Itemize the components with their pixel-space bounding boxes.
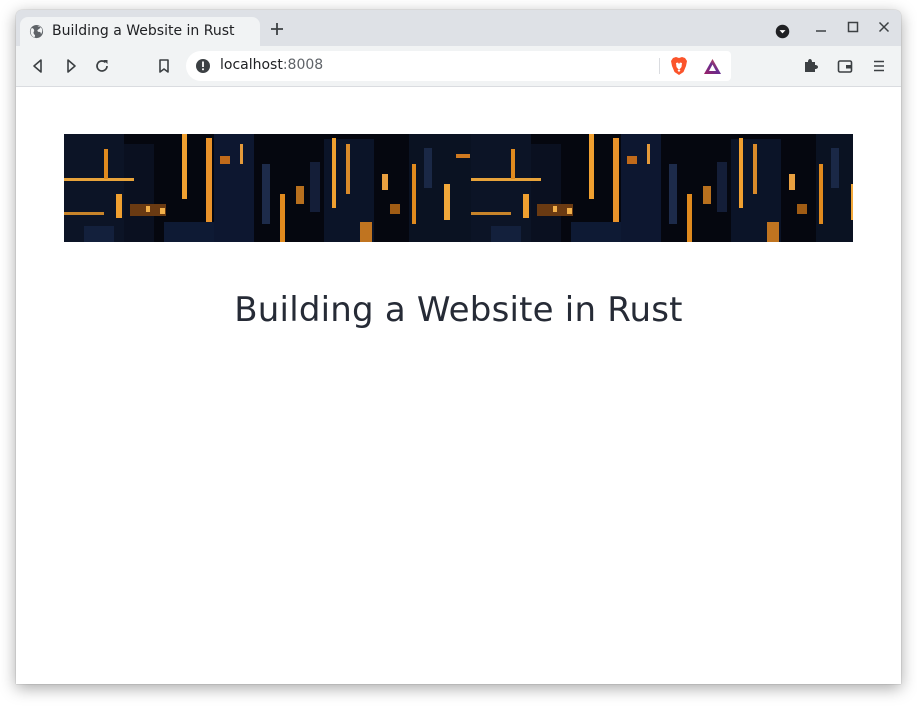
url-host: localhost bbox=[220, 57, 283, 73]
page-content: Building a Website in Rust bbox=[16, 87, 901, 684]
omnibox-divider bbox=[659, 58, 660, 74]
hamburger-menu-icon[interactable] bbox=[870, 57, 888, 75]
city-night-banner-image bbox=[64, 134, 853, 242]
city-night-banner bbox=[64, 134, 853, 242]
browser-window: Building a Website in Rust localhost:800… bbox=[16, 10, 901, 684]
globe-icon bbox=[29, 24, 44, 39]
url-text: localhost:8008 bbox=[220, 57, 323, 73]
puzzle-icon[interactable] bbox=[802, 57, 820, 75]
address-bar[interactable]: localhost:8008 bbox=[186, 51, 731, 81]
reload-icon[interactable] bbox=[93, 57, 111, 75]
close-icon[interactable] bbox=[878, 21, 890, 33]
wallet-icon[interactable] bbox=[836, 57, 854, 75]
minimize-icon[interactable] bbox=[815, 23, 827, 35]
chevron-down-circle-icon[interactable] bbox=[775, 24, 790, 39]
page-title: Building a Website in Rust bbox=[234, 290, 683, 330]
tab-strip: Building a Website in Rust bbox=[16, 10, 901, 46]
brave-rewards-icon[interactable] bbox=[703, 58, 722, 75]
tab-title: Building a Website in Rust bbox=[52, 23, 235, 39]
info-icon[interactable] bbox=[195, 58, 211, 74]
back-icon[interactable] bbox=[29, 57, 47, 75]
url-port: :8008 bbox=[282, 57, 324, 73]
plus-icon[interactable] bbox=[270, 22, 284, 36]
bookmark-icon[interactable] bbox=[155, 57, 173, 75]
tab-active[interactable]: Building a Website in Rust bbox=[20, 17, 260, 46]
browser-toolbar: localhost:8008 bbox=[16, 46, 901, 87]
maximize-icon[interactable] bbox=[847, 21, 859, 33]
forward-icon[interactable] bbox=[62, 57, 80, 75]
brave-lion-icon[interactable] bbox=[670, 56, 688, 76]
